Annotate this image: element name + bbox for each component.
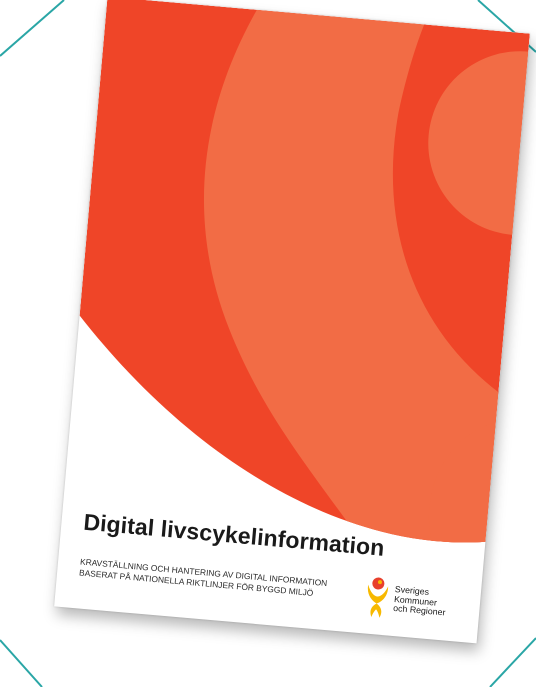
publisher-logo: Sveriges Kommuner och Regioner (362, 574, 476, 631)
teal-line-bottom-left (0, 639, 43, 687)
publisher-name: Sveriges Kommuner och Regioner (392, 584, 448, 618)
report-cover: Digital livscykelinformation KRAVSTÄLLNI… (54, 0, 530, 644)
publisher-name-line-3: och Regioner (392, 602, 446, 618)
teal-line-top-left (0, 0, 65, 57)
skr-figure-logo-icon (367, 577, 389, 618)
scene: Digital livscykelinformation KRAVSTÄLLNI… (0, 0, 536, 687)
teal-line-bottom-right (489, 637, 536, 687)
